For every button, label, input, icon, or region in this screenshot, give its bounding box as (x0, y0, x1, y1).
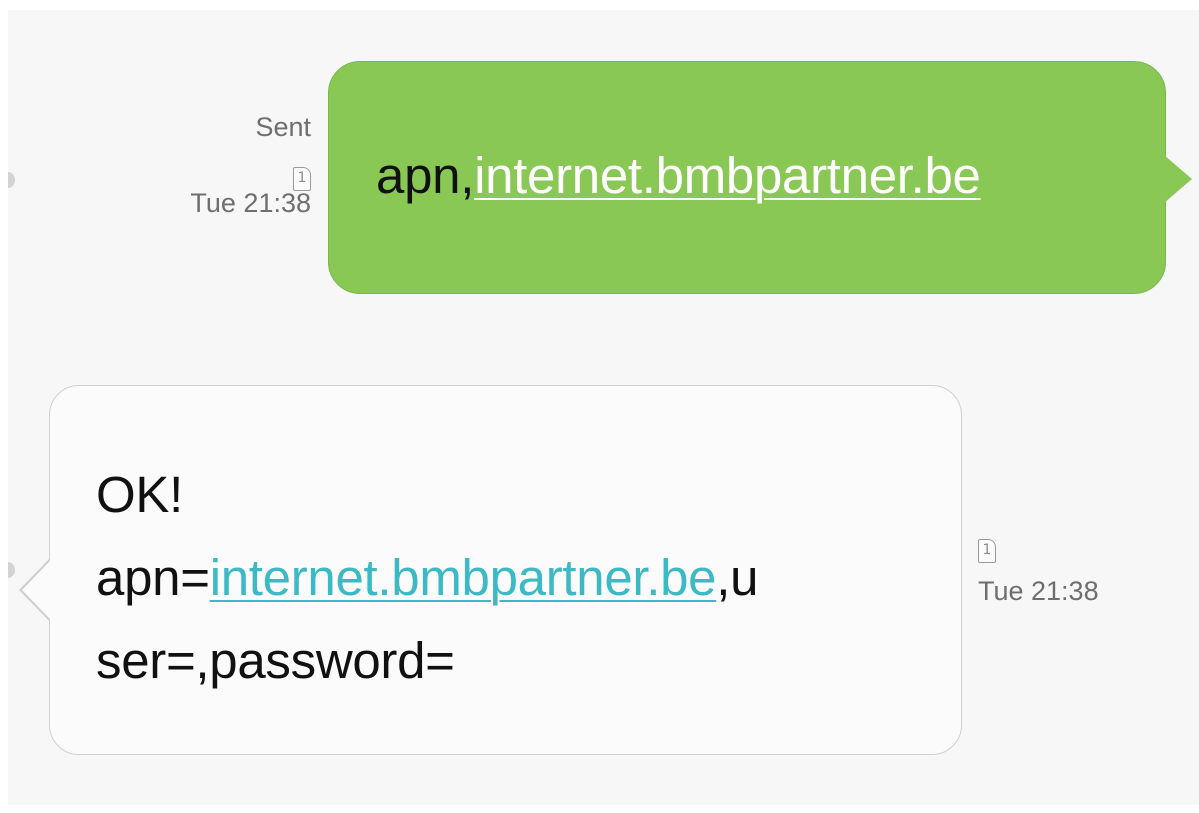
received-message-text: OK! apn=internet.bmbpartner.be,u ser=,pa… (96, 453, 926, 702)
received-line-1: OK! (96, 466, 183, 523)
received-sim-indicator: 1 (978, 528, 1099, 568)
sent-status: Sent (255, 112, 311, 142)
sent-message-text: apn,internet.bmbpartner.be (376, 146, 981, 206)
sent-message-meta: Sent 1 Tue 21:38 (148, 110, 311, 220)
sent-text-prefix: apn, (376, 147, 475, 204)
sent-message-link[interactable]: internet.bmbpartner.be (474, 147, 981, 204)
bubble-tail (1164, 155, 1192, 203)
sim-card-icon: 1 (978, 539, 996, 563)
received-message-link[interactable]: internet.bmbpartner.be (210, 549, 717, 606)
sent-timestamp: Tue 21:38 (190, 188, 311, 218)
received-line-2-prefix: apn= (96, 549, 210, 606)
bubble-tail (22, 560, 51, 620)
sent-message-bubble[interactable]: apn,internet.bmbpartner.be (328, 61, 1192, 294)
scroll-edge-indicator (8, 172, 15, 188)
scroll-edge-indicator (8, 562, 15, 578)
received-line-2: apn=internet.bmbpartner.be,u (96, 536, 926, 619)
received-message-bubble[interactable]: OK! apn=internet.bmbpartner.be,u ser=,pa… (19, 385, 962, 755)
received-line-3: ser=,password= (96, 632, 455, 689)
sent-sim-indicator: 1 (148, 144, 311, 191)
received-line-2-suffix: ,u (716, 549, 759, 606)
received-message-meta: 1 Tue 21:38 (978, 528, 1099, 608)
received-timestamp: Tue 21:38 (978, 576, 1099, 606)
message-thread[interactable]: Sent 1 Tue 21:38 apn,internet.bmbpartner… (8, 10, 1199, 805)
